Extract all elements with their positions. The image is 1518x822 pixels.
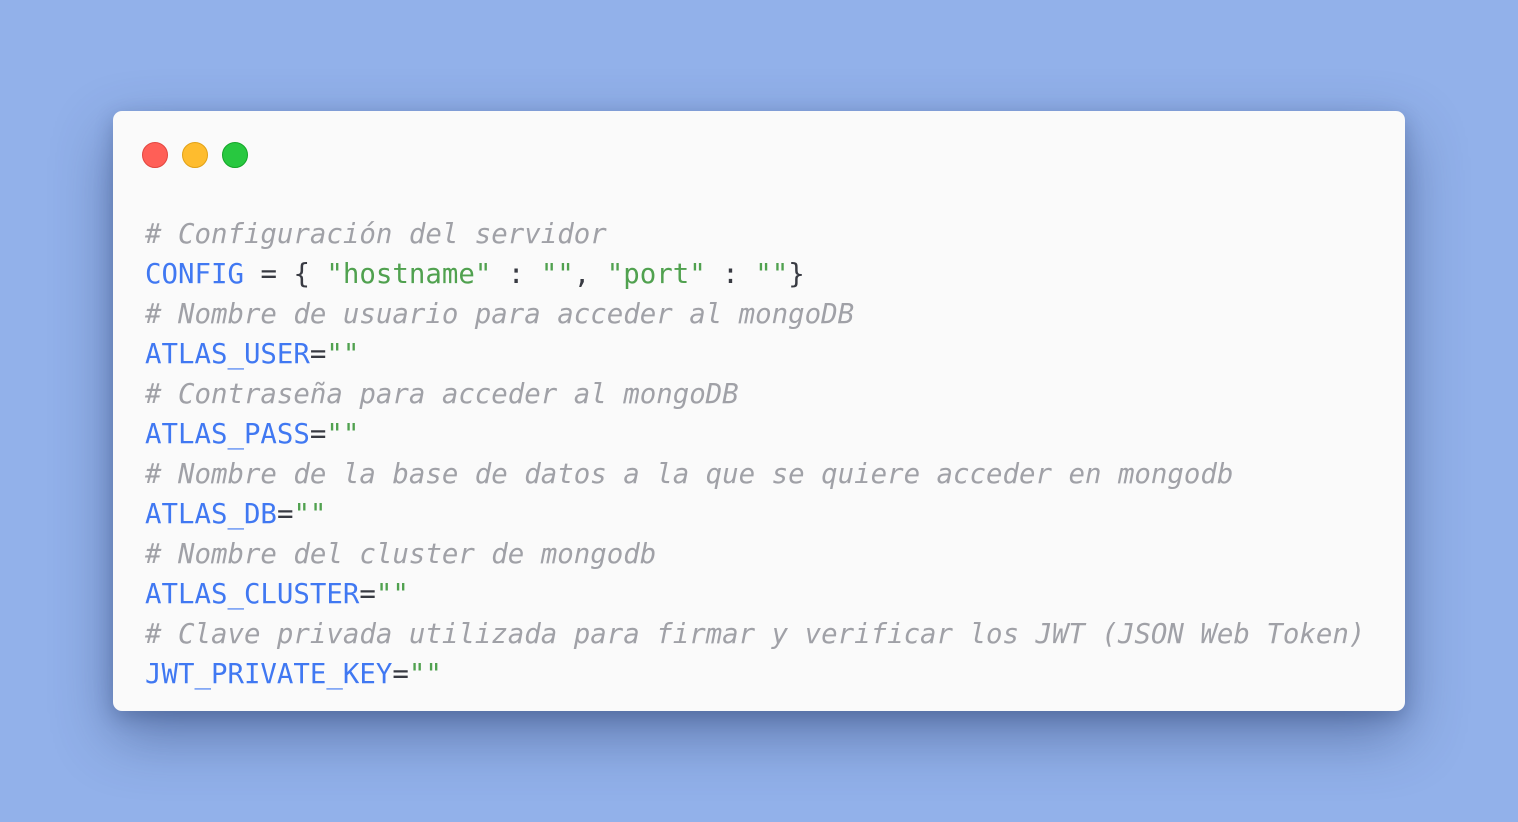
variable-config: CONFIG xyxy=(145,259,244,290)
code-line-comment: # Nombre de la base de datos a la que se… xyxy=(145,459,1234,490)
code-line-comment: # Nombre de usuario para acceder al mong… xyxy=(145,299,855,330)
variable-atlas-cluster: ATLAS_CLUSTER xyxy=(145,579,360,610)
code-line-comment: # Nombre del cluster de mongodb xyxy=(145,539,657,570)
code-line-atlas-pass: ATLAS_PASS="" xyxy=(145,419,360,450)
code-window: # Configuración del servidor CONFIG = { "… xyxy=(113,111,1405,711)
code-line-config: CONFIG = { "hostname" : "", "port" : ""} xyxy=(145,259,805,290)
code-line-atlas-user: ATLAS_USER="" xyxy=(145,339,360,370)
code-line-comment: # Clave privada utilizada para firmar y … xyxy=(145,619,1366,650)
code-line-jwt-private-key: JWT_PRIVATE_KEY="" xyxy=(145,659,442,690)
minimize-button[interactable] xyxy=(182,142,208,168)
variable-atlas-user: ATLAS_USER xyxy=(145,339,310,370)
window-controls xyxy=(142,142,248,168)
code-line-comment: # Contraseña para acceder al mongoDB xyxy=(145,379,739,410)
key-hostname: "hostname" xyxy=(326,259,492,290)
maximize-button[interactable] xyxy=(222,142,248,168)
code-line-atlas-db: ATLAS_DB="" xyxy=(145,499,327,530)
code-line-atlas-cluster: ATLAS_CLUSTER="" xyxy=(145,579,409,610)
variable-jwt-private-key: JWT_PRIVATE_KEY xyxy=(145,659,393,690)
code-block: # Configuración del servidor CONFIG = { "… xyxy=(145,215,1405,695)
close-button[interactable] xyxy=(142,142,168,168)
key-port: "port" xyxy=(606,259,706,290)
variable-atlas-db: ATLAS_DB xyxy=(145,499,277,530)
variable-atlas-pass: ATLAS_PASS xyxy=(145,419,310,450)
code-line-comment: # Configuración del servidor xyxy=(145,219,607,250)
